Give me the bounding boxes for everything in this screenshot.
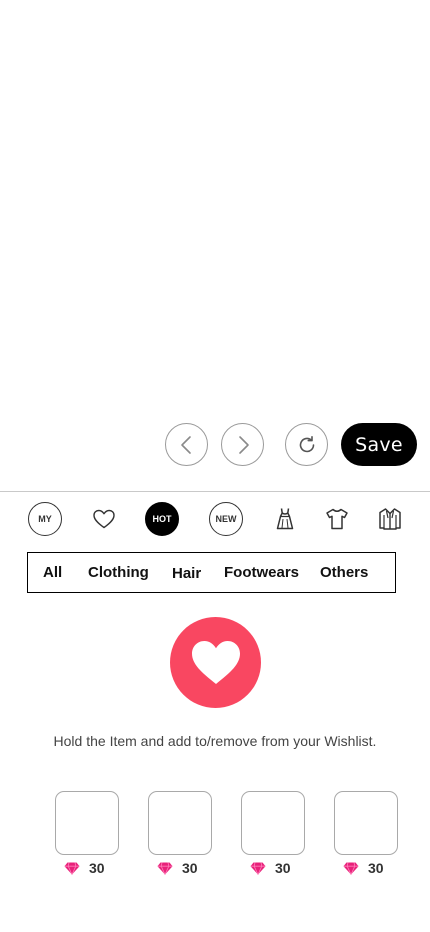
price-value: 30 bbox=[182, 860, 198, 876]
tshirt-icon bbox=[326, 508, 348, 530]
price-value: 30 bbox=[275, 860, 291, 876]
heart-icon bbox=[191, 640, 240, 684]
price-value: 30 bbox=[368, 860, 384, 876]
gem-icon bbox=[250, 861, 266, 875]
category-tops[interactable] bbox=[320, 502, 354, 536]
save-button[interactable]: Save bbox=[341, 423, 417, 466]
category-dress[interactable] bbox=[268, 502, 302, 536]
tab-footwears[interactable]: Footwears bbox=[224, 553, 299, 592]
item-slot[interactable] bbox=[241, 791, 305, 855]
price-value: 30 bbox=[89, 860, 105, 876]
divider bbox=[0, 491, 430, 492]
filter-tabs: All Clothing Hair Footwears Others bbox=[27, 552, 396, 593]
gem-icon bbox=[64, 861, 80, 875]
wishlist-badge bbox=[170, 617, 261, 708]
item-price: 30 bbox=[343, 859, 384, 877]
item-price: 30 bbox=[157, 859, 198, 877]
gem-icon bbox=[157, 861, 173, 875]
gem-icon bbox=[343, 861, 359, 875]
chevron-right-icon bbox=[238, 435, 249, 454]
tab-hair[interactable]: Hair bbox=[172, 554, 201, 593]
item-slot[interactable] bbox=[148, 791, 212, 855]
refresh-icon bbox=[299, 435, 314, 452]
tab-others[interactable]: Others bbox=[320, 553, 368, 592]
reset-button[interactable] bbox=[285, 423, 328, 466]
category-new[interactable]: NEW bbox=[209, 502, 243, 536]
dress-icon bbox=[276, 508, 294, 530]
item-slot[interactable] bbox=[334, 791, 398, 855]
wishlist-hint: Hold the Item and add to/remove from you… bbox=[53, 733, 377, 749]
heart-outline-icon bbox=[93, 509, 115, 529]
tab-all[interactable]: All bbox=[43, 553, 62, 592]
category-hot[interactable]: HOT bbox=[145, 502, 179, 536]
avatar-preview-area bbox=[0, 0, 430, 410]
jacket-icon bbox=[379, 508, 401, 530]
category-my[interactable]: MY bbox=[28, 502, 62, 536]
category-favorites[interactable] bbox=[87, 502, 121, 536]
chevron-left-icon bbox=[180, 435, 191, 454]
tab-clothing[interactable]: Clothing bbox=[88, 553, 149, 592]
category-outerwear[interactable] bbox=[373, 502, 407, 536]
redo-button[interactable] bbox=[221, 423, 264, 466]
undo-button[interactable] bbox=[165, 423, 208, 466]
item-price: 30 bbox=[64, 859, 105, 877]
item-slot[interactable] bbox=[55, 791, 119, 855]
item-price: 30 bbox=[250, 859, 291, 877]
